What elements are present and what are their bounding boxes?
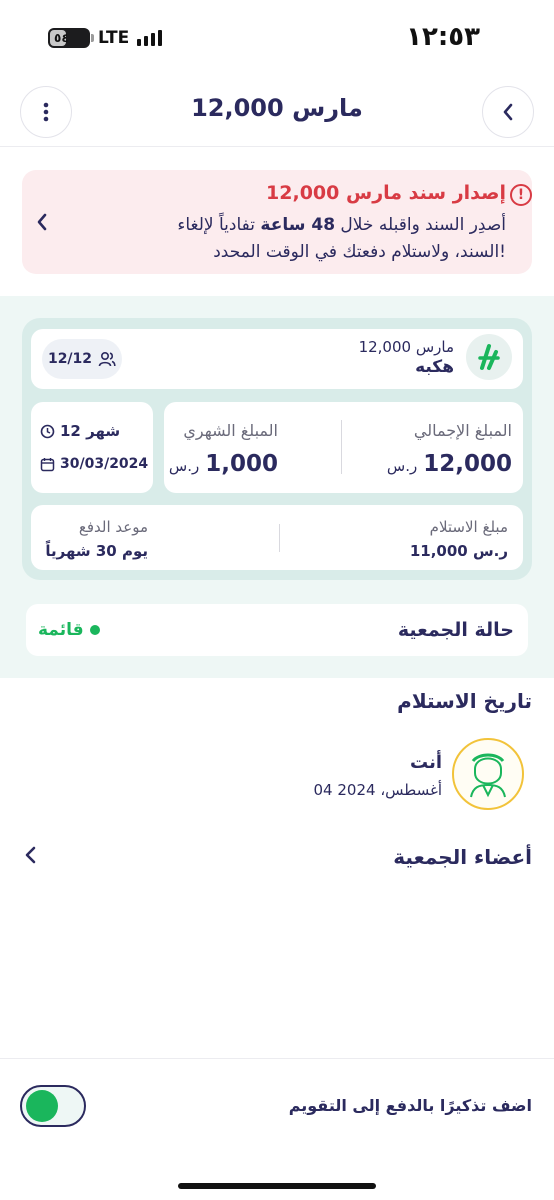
users-icon <box>98 351 116 367</box>
calendar-reminder-toggle[interactable] <box>20 1085 86 1127</box>
toggle-knob <box>26 1090 58 1122</box>
group-status-label: حالة الجمعية <box>397 619 514 641</box>
chevron-left-icon[interactable] <box>24 845 38 865</box>
alert-title: إصدار سند مارس 12,000 <box>266 182 506 204</box>
monthly-amount-value: 1,000 <box>205 451 278 477</box>
alert-message-line1: أصدِر السند واقبله خلال 48 ساعة تفادياً … <box>177 215 506 235</box>
total-amount-value: 12,000 <box>423 451 512 477</box>
monthly-amount: ر.س 1,000 <box>169 451 278 477</box>
receipt-history-title: تاريخ الاستلام <box>397 689 532 713</box>
start-date-value: 30/03/2024 <box>60 456 149 472</box>
payment-info-box <box>31 505 523 570</box>
calendar-reminder-label: اضف تذكيرًا بالدفع إلى التقويم <box>288 1096 532 1115</box>
payment-divider <box>279 524 280 552</box>
receive-amount-label: مبلغ الاستلام <box>429 518 508 536</box>
group-members-title[interactable]: أعضاء الجمعية <box>393 845 532 869</box>
back-button[interactable] <box>482 86 534 138</box>
alert-circle-icon: ! <box>510 184 532 206</box>
members-count: 12/12 <box>47 351 93 367</box>
alert-text-b: تفادياً لإلغاء <box>177 215 261 235</box>
avatar <box>452 738 524 810</box>
signal-icon <box>137 30 162 46</box>
calendar-icon <box>40 457 55 471</box>
duration-box <box>31 402 153 493</box>
status-badge: قائمة <box>38 620 100 640</box>
due-date-value: يوم 30 شهرياً <box>45 542 148 560</box>
receive-amount-value: 11,000 ر.س <box>409 542 508 560</box>
page-title: مارس 12,000 <box>191 94 363 122</box>
group-status-value: قائمة <box>38 620 84 640</box>
due-date-label: موعد الدفع <box>78 518 148 536</box>
alert-message-line2: السند، ولاستلام دفعتك في الوقت المحدد! <box>213 242 506 262</box>
person-avatar-icon <box>470 753 506 798</box>
status-dot-icon <box>89 625 100 635</box>
monthly-amount-label: المبلغ الشهري <box>183 421 278 440</box>
total-amount: ر.س 12,000 <box>387 451 512 477</box>
battery-level: ٥٤ <box>54 31 69 45</box>
chevron-left-icon <box>503 103 513 121</box>
alert-text-a: أصدِر السند واقبله خلال <box>335 215 506 235</box>
group-name-small: مارس 12,000 <box>358 338 454 356</box>
reminder-bar <box>0 1058 554 1200</box>
start-date-row: 30/03/2024 <box>40 456 148 472</box>
group-name: هكبه <box>415 357 454 377</box>
total-amount-label: المبلغ الإجمالي <box>413 421 512 440</box>
duration-row: 12 شهر <box>40 422 120 440</box>
currency-label: ر.س <box>386 457 418 475</box>
group-logo-icon <box>466 334 512 380</box>
alert-bold-duration: 48 ساعة <box>260 215 336 235</box>
amounts-box <box>164 402 523 493</box>
receipt-date: 04 أغسطس، 2024 <box>313 781 442 799</box>
duration-value: 12 شهر <box>60 422 121 440</box>
header-divider <box>0 146 554 147</box>
battery-indicator: ٥٤ <box>48 28 94 48</box>
chevron-left-icon <box>37 213 47 231</box>
home-indicator <box>178 1183 376 1189</box>
network-type: LTE <box>98 28 130 48</box>
amounts-divider <box>341 420 342 474</box>
currency-label: ر.س <box>168 457 200 475</box>
clock-icon <box>40 424 55 438</box>
receiver-name: أنت <box>410 752 442 773</box>
status-time: ١٢:٥٣ <box>406 22 480 52</box>
members-count-badge[interactable]: 12/12 <box>42 339 122 379</box>
